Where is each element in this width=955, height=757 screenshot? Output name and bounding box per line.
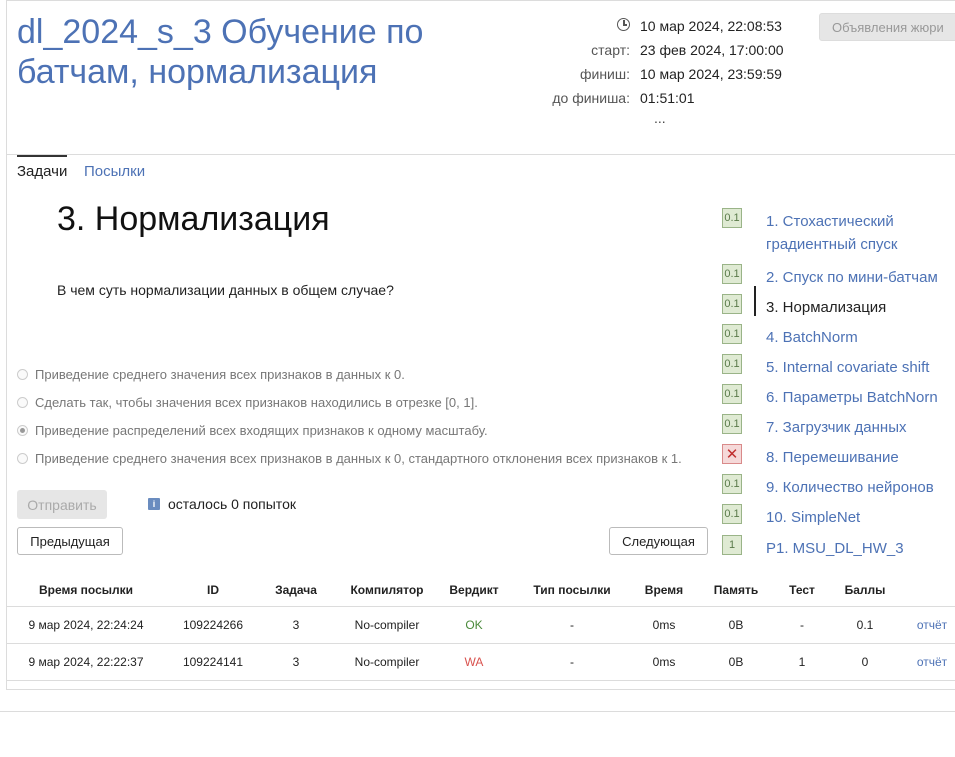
column-header bbox=[908, 574, 955, 607]
table-header-row: Время посылки ID Задача Компилятор Верди… bbox=[6, 574, 955, 607]
problem-list-item[interactable]: 0.1 5. Internal covariate shift bbox=[720, 354, 929, 376]
current-indicator bbox=[754, 286, 756, 316]
verdict-wa: WA bbox=[442, 643, 506, 681]
start-time: 23 фев 2024, 17:00:00 bbox=[640, 42, 784, 58]
page-title: dl_2024_s_3 Обучение по батчам, нормализ… bbox=[17, 13, 424, 91]
answer-option[interactable]: Приведение распределений всех входящих п… bbox=[17, 416, 682, 444]
next-button[interactable]: Следующая bbox=[609, 527, 708, 555]
problem-list-item[interactable]: 0.1 4. BatchNorm bbox=[720, 324, 858, 346]
question-text: В чем суть нормализации данных в общем с… bbox=[57, 282, 394, 298]
score-badge: 0.1 bbox=[722, 354, 742, 374]
score-badge: 1 bbox=[722, 535, 742, 555]
info-icon: i bbox=[148, 498, 160, 510]
column-header: Время посылки bbox=[6, 574, 166, 607]
answer-options: Приведение среднего значения всех призна… bbox=[17, 360, 682, 472]
current-time: 10 мар 2024, 22:08:53 bbox=[640, 18, 782, 34]
problem-link[interactable]: 5. Internal covariate shift bbox=[766, 356, 946, 379]
column-header: ID bbox=[166, 574, 260, 607]
column-header: Тип посылки bbox=[506, 574, 638, 607]
radio-button-checked[interactable] bbox=[17, 424, 28, 436]
report-link[interactable]: отчёт bbox=[908, 606, 955, 644]
problem-link[interactable]: 4. BatchNorm bbox=[766, 326, 946, 349]
column-header: Баллы bbox=[822, 574, 908, 607]
score-badge: 0.1 bbox=[722, 208, 742, 228]
score-badge: 0.1 bbox=[722, 504, 742, 524]
problem-list-item[interactable]: 0.1 7. Загрузчик данных bbox=[720, 414, 906, 436]
table-row: 9 мар 2024, 22:24:24 109224266 3 No-comp… bbox=[6, 606, 955, 644]
attempts-text: осталось 0 попыток bbox=[168, 496, 296, 512]
tabs-bar: Задачи Посылки bbox=[6, 154, 955, 180]
score-badge: 0.1 bbox=[722, 474, 742, 494]
problem-list-item[interactable]: 0.1 6. Параметры BatchNorn bbox=[720, 384, 938, 406]
problem-link[interactable]: 10. SimpleNet bbox=[766, 506, 946, 529]
column-header: Вердикт bbox=[442, 574, 506, 607]
report-link[interactable]: отчёт bbox=[908, 643, 955, 681]
column-header: Компилятор bbox=[332, 574, 442, 607]
table-row: 9 мар 2024, 22:22:37 109224141 3 No-comp… bbox=[6, 643, 955, 681]
fail-icon: ✕ bbox=[722, 444, 742, 464]
problem-link[interactable]: 6. Параметры BatchNorn bbox=[766, 386, 946, 409]
problem-link[interactable]: 8. Перемешивание bbox=[766, 446, 946, 469]
verdict-ok: OK bbox=[442, 606, 506, 644]
radio-button[interactable] bbox=[17, 368, 28, 380]
column-header: Время bbox=[638, 574, 690, 607]
previous-button[interactable]: Предыдущая bbox=[17, 527, 123, 555]
submit-button[interactable]: Отправить bbox=[17, 490, 107, 519]
score-badge: 0.1 bbox=[722, 414, 742, 434]
score-badge: 0.1 bbox=[722, 324, 742, 344]
radio-button[interactable] bbox=[17, 452, 28, 464]
answer-option[interactable]: Приведение среднего значения всех призна… bbox=[17, 444, 682, 472]
score-badge: 0.1 bbox=[722, 384, 742, 404]
problem-link[interactable]: 9. Количество нейронов bbox=[766, 476, 946, 499]
submissions-table: Время посылки ID Задача Компилятор Верди… bbox=[6, 574, 955, 681]
score-badge: 0.1 bbox=[722, 294, 742, 314]
attempts-info: i осталось 0 попыток bbox=[148, 496, 296, 512]
problem-list-item[interactable]: ✕ 8. Перемешивание bbox=[720, 444, 899, 466]
problem-list-item[interactable]: 0.1 10. SimpleNet bbox=[720, 504, 860, 526]
finish-time: 10 мар 2024, 23:59:59 bbox=[640, 66, 782, 82]
problem-list-item[interactable]: 0.1 1. Стохастический градиентный спуск bbox=[720, 208, 897, 253]
problem-list-item[interactable]: 0.1 2. Спуск по мини-батчам bbox=[720, 264, 938, 286]
problem-title: 3. Нормализация bbox=[57, 200, 330, 238]
column-header: Тест bbox=[782, 574, 822, 607]
column-header: Память bbox=[690, 574, 782, 607]
column-header: Задача bbox=[260, 574, 332, 607]
clock-icon bbox=[617, 18, 630, 31]
more-link[interactable]: ... bbox=[654, 110, 666, 126]
finish-label: финиш: bbox=[579, 66, 630, 82]
problem-link[interactable]: 7. Загрузчик данных bbox=[766, 416, 946, 439]
problem-list-item[interactable]: 0.1 9. Количество нейронов bbox=[720, 474, 934, 496]
problem-link[interactable]: P1. MSU_DL_HW_3 bbox=[766, 537, 946, 560]
problem-link[interactable]: 3. Нормализация bbox=[766, 296, 946, 319]
footer-divider bbox=[0, 711, 955, 712]
answer-option[interactable]: Сделать так, чтобы значения всех признак… bbox=[17, 388, 682, 416]
contest-time-info: 10 мар 2024, 22:08:53 старт: 23 фев 2024,… bbox=[520, 14, 784, 110]
answer-option[interactable]: Приведение среднего значения всех призна… bbox=[17, 360, 682, 388]
radio-button[interactable] bbox=[17, 396, 28, 408]
tab-submissions[interactable]: Посылки bbox=[84, 163, 145, 180]
problem-link[interactable]: 2. Спуск по мини-батчам bbox=[766, 266, 946, 289]
start-label: старт: bbox=[591, 42, 630, 58]
score-badge: 0.1 bbox=[722, 264, 742, 284]
problem-link[interactable]: 1. Стохастический градиентный спуск bbox=[766, 210, 946, 256]
problem-list-item-current[interactable]: 0.1 3. Нормализация bbox=[720, 286, 886, 316]
jury-announcements-button[interactable]: Объявления жюри bbox=[819, 13, 955, 41]
remaining-time: 01:51:01 bbox=[640, 90, 695, 106]
problem-list-item[interactable]: 1 P1. MSU_DL_HW_3 bbox=[720, 535, 904, 557]
remaining-label: до финиша: bbox=[552, 90, 630, 106]
tab-problems[interactable]: Задачи bbox=[17, 155, 68, 180]
